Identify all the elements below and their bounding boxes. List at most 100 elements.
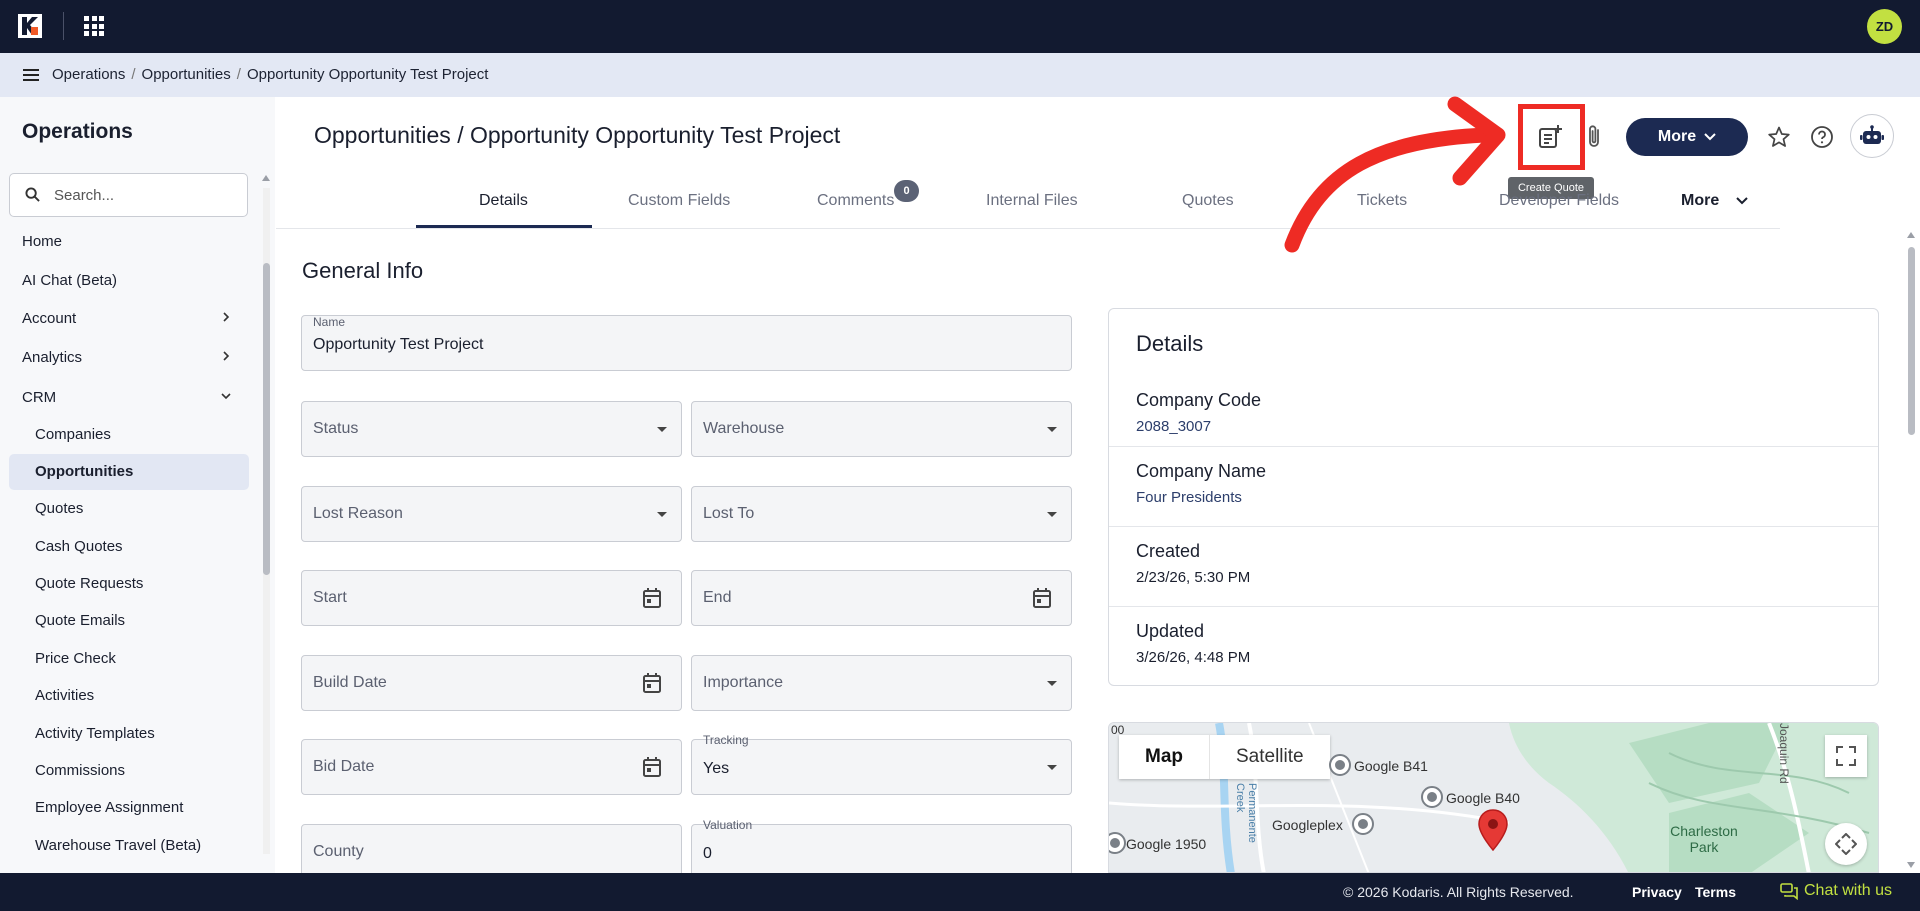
tab-internal-files[interactable]: Internal Files (986, 192, 1078, 210)
map-place-label: Googleplex (1272, 817, 1343, 833)
detail-value-link[interactable]: 2088_3007 (1136, 418, 1211, 435)
calendar-icon[interactable] (642, 756, 662, 778)
breadcrumb: Operations / Opportunities / Opportunity Opp… (52, 66, 489, 83)
chevron-down-icon (1704, 133, 1716, 141)
sidebar-item-price-check[interactable]: Price Check (35, 650, 116, 667)
tabs-more-button[interactable]: More (1681, 192, 1748, 210)
section-title: General Info (302, 258, 424, 283)
chevron-down-icon[interactable] (221, 391, 231, 401)
calendar-icon[interactable] (642, 672, 662, 694)
sidebar-scrollbar[interactable] (262, 173, 270, 873)
sidebar-item-account[interactable]: Account (22, 310, 76, 327)
sidebar-item-quote-requests[interactable]: Quote Requests (35, 575, 143, 592)
dropdown-arrow-icon (1047, 427, 1057, 432)
sidebar-item-crm[interactable]: CRM (22, 389, 56, 406)
build-date-field[interactable]: Build Date (301, 655, 682, 711)
topbar-divider (63, 12, 64, 40)
main-scrollbar[interactable] (1906, 229, 1918, 873)
field-placeholder: Build Date (313, 674, 387, 691)
search-icon (25, 187, 40, 202)
map-type-satellite[interactable]: Satellite (1210, 735, 1330, 779)
start-date-field[interactable]: Start (301, 570, 682, 626)
chevron-down-icon (1735, 197, 1748, 205)
sidebar-title: Operations (22, 120, 133, 143)
sidebar-item-activities[interactable]: Activities (35, 687, 94, 704)
more-button[interactable]: More (1626, 118, 1748, 156)
detail-row-updated: Updated 3/26/26, 4:48 PM (1109, 606, 1878, 686)
sidebar-item-activity-templates[interactable]: Activity Templates (35, 725, 155, 742)
sidebar-item-opportunities[interactable]: Opportunities (35, 463, 133, 480)
robot-icon (1860, 125, 1884, 144)
star-icon[interactable] (1767, 125, 1791, 149)
pan-arrows-icon (1835, 833, 1857, 855)
attachment-icon[interactable] (1583, 124, 1607, 150)
privacy-link[interactable]: Privacy (1632, 884, 1682, 900)
fullscreen-button[interactable] (1825, 735, 1867, 777)
sidebar-item-companies[interactable]: Companies (35, 426, 111, 443)
end-date-field[interactable]: End (691, 570, 1072, 626)
sidebar-item-ai-chat[interactable]: AI Chat (Beta) (22, 272, 117, 289)
detail-label: Company Name (1136, 461, 1267, 481)
breadcrumb-item[interactable]: Opportunities (142, 66, 231, 83)
tracking-select[interactable]: Tracking Yes (691, 733, 1072, 795)
map-road-label: Joaquin Rd (1777, 723, 1791, 784)
sidebar-item-employee-assignment[interactable]: Employee Assignment (35, 799, 183, 816)
sidebar-item-warehouse-travel[interactable]: Warehouse Travel (Beta) (35, 837, 201, 854)
menu-icon[interactable] (23, 69, 39, 81)
terms-link[interactable]: Terms (1695, 884, 1736, 900)
field-placeholder: County (313, 843, 364, 860)
help-icon[interactable] (1810, 125, 1834, 149)
breadcrumb-item[interactable]: Operations (52, 66, 125, 83)
page-title: Opportunities / Opportunity Opportunity … (314, 122, 841, 148)
tab-details[interactable]: Details (479, 192, 528, 210)
dropdown-arrow-icon (657, 512, 667, 517)
dropdown-arrow-icon (1047, 765, 1057, 770)
apps-grid-icon[interactable] (84, 16, 104, 36)
name-field[interactable]: Name Opportunity Test Project (301, 315, 1072, 371)
map-type-map[interactable]: Map (1119, 735, 1210, 779)
location-pin-icon[interactable] (1478, 809, 1508, 851)
calendar-icon[interactable] (1032, 587, 1052, 609)
tab-comments[interactable]: Comments (817, 192, 894, 210)
lost-reason-select[interactable]: Lost Reason (301, 486, 682, 542)
detail-value-link[interactable]: Four Presidents (1136, 489, 1242, 506)
place-marker-icon[interactable] (1351, 812, 1375, 836)
chevron-right-icon[interactable] (221, 351, 231, 361)
chevron-right-icon[interactable] (221, 312, 231, 322)
sidebar-item-commissions[interactable]: Commissions (35, 762, 125, 779)
detail-value: 3/26/26, 4:48 PM (1136, 649, 1251, 666)
bid-date-field[interactable]: Bid Date (301, 739, 682, 795)
sidebar-item-quote-emails[interactable]: Quote Emails (35, 612, 125, 629)
map-type-toggle[interactable]: Map Satellite (1119, 735, 1330, 779)
search-input[interactable] (54, 185, 234, 205)
tab-quotes[interactable]: Quotes (1182, 192, 1234, 210)
kodaris-logo[interactable] (18, 14, 42, 38)
detail-label: Company Code (1136, 390, 1262, 410)
importance-select[interactable]: Importance (691, 655, 1072, 711)
sidebar-item-cash-quotes[interactable]: Cash Quotes (35, 538, 123, 555)
calendar-icon[interactable] (642, 587, 662, 609)
field-placeholder: Start (313, 589, 347, 606)
ai-assistant-button[interactable] (1850, 114, 1894, 158)
field-placeholder: Importance (703, 674, 784, 691)
map-road-label: 00 (1111, 723, 1125, 737)
field-placeholder: Status (313, 420, 359, 437)
sidebar-item-analytics[interactable]: Analytics (22, 349, 82, 366)
sidebar: Operations Home AI Chat (Beta) Account A… (0, 97, 275, 873)
field-placeholder: Warehouse (703, 420, 785, 437)
sidebar-search[interactable] (9, 173, 248, 217)
status-select[interactable]: Status (301, 401, 682, 457)
warehouse-select[interactable]: Warehouse (691, 401, 1072, 457)
place-marker-icon[interactable] (1328, 753, 1352, 777)
map-pan-control[interactable] (1825, 823, 1867, 865)
sidebar-item-quotes[interactable]: Quotes (35, 500, 83, 517)
avatar[interactable]: ZD (1867, 9, 1902, 44)
tab-custom-fields[interactable]: Custom Fields (628, 192, 730, 210)
place-marker-icon[interactable] (1420, 785, 1444, 809)
sidebar-item-home[interactable]: Home (22, 233, 62, 250)
place-marker-icon[interactable] (1108, 831, 1127, 855)
location-map[interactable]: Map Satellite Google B41 Google B40 Goog… (1108, 722, 1879, 873)
lost-to-select[interactable]: Lost To (691, 486, 1072, 542)
field-value: Yes (703, 760, 730, 777)
chat-button[interactable]: Chat with us (1780, 882, 1892, 900)
